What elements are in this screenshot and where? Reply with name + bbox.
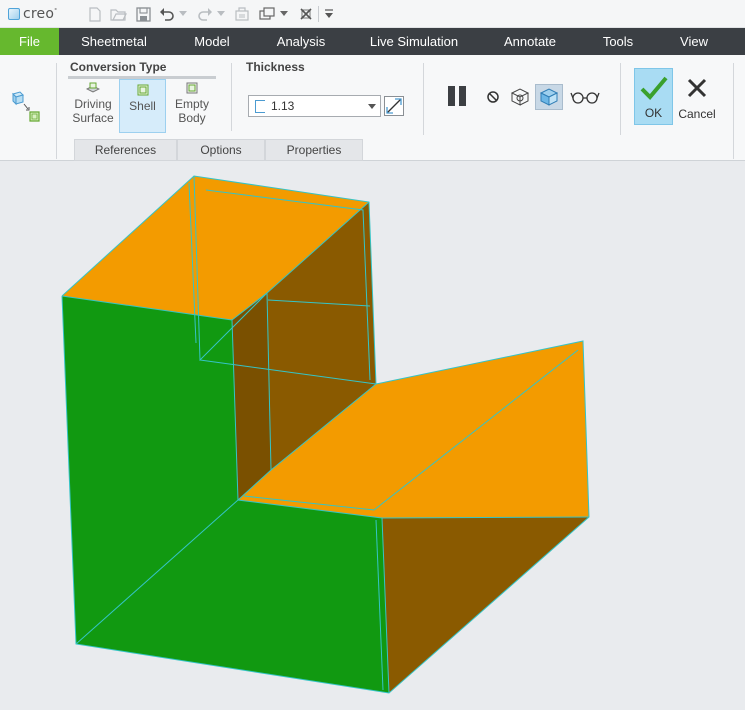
graphics-viewport[interactable]	[0, 162, 745, 710]
model-back-inner-face	[232, 293, 271, 500]
model-front-right-face	[382, 517, 589, 693]
sheetmetal-model[interactable]	[0, 0, 745, 710]
